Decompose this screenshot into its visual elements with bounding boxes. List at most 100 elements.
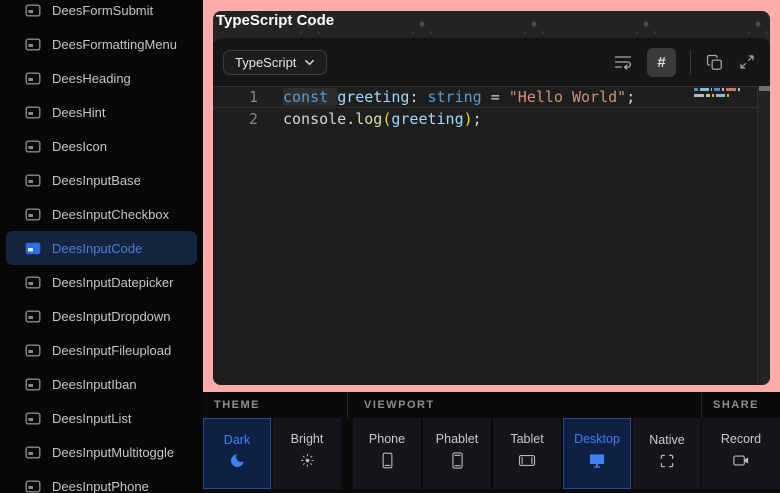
toolbar-divider [690,50,691,74]
tablet-icon [517,451,537,475]
line-number: 1 [213,86,283,108]
phone-button[interactable]: Phone [353,418,421,489]
chevron-down-icon [304,55,315,70]
sidebar-item-deesicon[interactable]: DeesIcon [6,129,197,163]
record-button[interactable]: Record [702,418,780,489]
button-label: Native [649,433,684,447]
component-icon [25,140,41,153]
component-icon [25,4,41,17]
sidebar-item-deesinputcheckbox[interactable]: DeesInputCheckbox [6,197,197,231]
component-icon [25,208,41,221]
sidebar-item-deesheading[interactable]: DeesHeading [6,61,197,95]
button-label: Record [721,432,761,446]
button-label: Desktop [574,432,620,446]
sidebar-item-label: DeesHint [52,105,105,120]
line-numbers-icon[interactable]: # [647,48,676,77]
button-label: Phablet [436,432,478,446]
component-sidebar: DeesFormSubmit DeesFormattingMenu DeesHead… [0,0,203,493]
code-line: 1const greeting: string = "Hello World"; [213,86,770,108]
component-icon [25,310,41,323]
sidebar-item-label: DeesInputCheckbox [52,207,169,222]
section-label-share: SHARE [702,392,780,418]
sidebar-item-deesformattingmenu[interactable]: DeesFormattingMenu [6,27,197,61]
button-label: Tablet [510,432,543,446]
sidebar-item-label: DeesInputList [52,411,132,426]
sidebar-item-deeshint[interactable]: DeesHint [6,95,197,129]
component-icon [25,446,41,459]
button-label: Bright [291,432,324,446]
sidebar-item-label: DeesFormSubmit [52,3,153,18]
sidebar-item-label: DeesHeading [52,71,131,86]
component-icon [25,72,41,85]
button-label: Dark [224,433,250,447]
phablet-button[interactable]: Phablet [423,418,491,489]
code-toolbar-actions: # [613,38,756,86]
sidebar-item-deesinputdropdown[interactable]: DeesInputDropdown [6,299,197,333]
sidebar-item-deesinputphone[interactable]: DeesInputPhone [6,469,197,493]
sidebar-item-deesinputbase[interactable]: DeesInputBase [6,163,197,197]
code-text: const greeting: string = "Hello World"; [283,86,635,108]
code-text: console.log(greeting); [283,108,482,130]
sidebar-item-deesinputlist[interactable]: DeesInputList [6,401,197,435]
tablet-button[interactable]: Tablet [493,418,561,489]
code-lines: 1const greeting: string = "Hello World";… [213,86,770,130]
moon-icon [229,452,246,474]
component-icon [25,38,41,51]
record-icon [731,451,751,475]
toolbar-section-share: SHARE Record [702,392,780,489]
sidebar-item-deesinputfileupload[interactable]: DeesInputFileupload [6,333,197,367]
sidebar-item-label: DeesInputMultitoggle [52,445,174,460]
desktop-button[interactable]: Desktop [563,418,631,489]
desktop-icon [587,451,607,475]
phone-icon [378,451,397,475]
section-label-theme: THEME [203,392,341,418]
word-wrap-icon[interactable] [613,52,633,72]
copy-icon[interactable] [705,53,724,72]
minimap[interactable] [694,88,740,100]
component-icon [25,242,41,255]
sidebar-item-label: DeesInputPhone [52,479,149,493]
sidebar-item-deesinputdatepicker[interactable]: DeesInputDatepicker [6,265,197,299]
component-icon [25,174,41,187]
native-icon [658,452,676,475]
phablet-icon [448,451,467,475]
dark-button[interactable]: Dark [203,418,271,489]
line-number: 2 [213,108,283,130]
demo-wrapper: TypeScript Code TypeScript # 1const gree… [213,11,770,385]
sidebar-item-label: DeesInputIban [52,377,137,392]
editor-scrollbar[interactable] [757,86,770,385]
component-icon [25,276,41,289]
toolbar-section-theme: THEME Dark Bright [203,392,341,489]
language-selector-label: TypeScript [235,55,296,70]
code-editor[interactable]: 1const greeting: string = "Hello World";… [213,86,770,385]
button-label: Phone [369,432,405,446]
sidebar-item-deesinputiban[interactable]: DeesInputIban [6,367,197,401]
sidebar-item-label: DeesInputBase [52,173,141,188]
bright-button[interactable]: Bright [273,418,341,489]
scrollbar-thumb[interactable] [759,86,770,91]
expand-icon[interactable] [738,53,756,71]
sidebar-item-deesinputmultitoggle[interactable]: DeesInputMultitoggle [6,435,197,469]
sun-icon [298,451,317,475]
story-preview-frame: TypeScript Code TypeScript # 1const gree… [203,0,780,392]
sidebar-item-label: DeesInputDropdown [52,309,171,324]
component-icon [25,106,41,119]
language-selector[interactable]: TypeScript [223,50,327,75]
toolbar-section-viewport: VIEWPORT Phone Phablet Tablet Desktop Native [353,392,701,489]
code-toolbar: TypeScript # [213,38,770,86]
sidebar-item-label: DeesInputDatepicker [52,275,173,290]
component-icon [25,344,41,357]
section-buttons: Dark Bright [203,418,341,489]
section-buttons: Phone Phablet Tablet Desktop Native [353,418,701,489]
native-button[interactable]: Native [633,418,701,489]
section-label-viewport: VIEWPORT [353,392,701,418]
sidebar-item-deesformsubmit[interactable]: DeesFormSubmit [6,0,197,27]
component-icon [25,412,41,425]
sidebar-item-label: DeesInputCode [52,241,142,256]
sidebar-item-deesinputcode[interactable]: DeesInputCode [6,231,197,265]
sidebar-item-label: DeesFormattingMenu [52,37,177,52]
component-icon [25,378,41,391]
toolbar-section-divider [347,392,348,418]
component-icon [25,480,41,493]
code-line: 2console.log(greeting); [213,108,770,130]
